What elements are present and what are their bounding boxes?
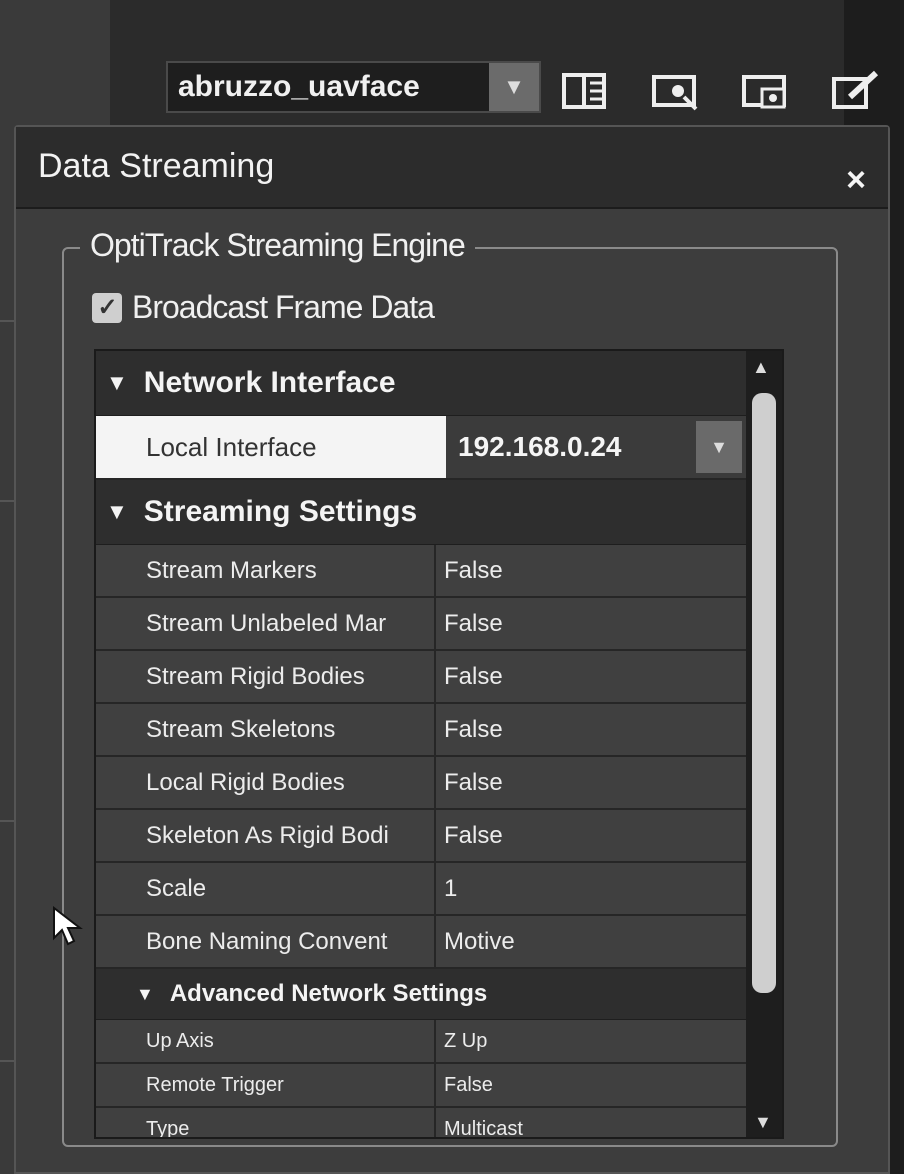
property-value[interactable]: False xyxy=(436,598,746,649)
display-settings-button[interactable] xyxy=(650,69,702,113)
layout-button[interactable] xyxy=(560,69,612,113)
property-value[interactable]: Z Up xyxy=(436,1020,746,1062)
checkmark-icon[interactable]: ✓ xyxy=(92,292,122,323)
property-row[interactable]: Scale 1 xyxy=(96,863,746,916)
property-value[interactable]: False xyxy=(436,704,746,755)
scroll-up-icon[interactable]: ▲ xyxy=(752,357,770,378)
property-name: Type xyxy=(96,1108,436,1137)
top-toolbar: abruzzo_uavface ▼ xyxy=(160,55,900,125)
data-streaming-panel: Data Streaming × OptiTrack Streaming Eng… xyxy=(14,125,890,1174)
panel-title: Data Streaming xyxy=(38,147,275,185)
property-row[interactable]: Type Multicast xyxy=(96,1108,746,1137)
property-value[interactable]: Multicast xyxy=(436,1108,746,1137)
property-row[interactable]: Skeleton As Rigid Bodi False xyxy=(96,810,746,863)
edit-button[interactable] xyxy=(830,69,882,113)
property-value[interactable]: False xyxy=(436,651,746,702)
panel-header: Data Streaming × xyxy=(16,127,888,209)
property-value: 192.168.0.24 xyxy=(458,431,622,462)
property-name: Scale xyxy=(96,863,436,914)
property-name: Stream Skeletons xyxy=(96,704,436,755)
edit-icon xyxy=(832,70,879,109)
section-label: Network Interface xyxy=(143,366,396,399)
chevron-down-icon[interactable]: ▼ xyxy=(489,63,539,111)
capture-icon xyxy=(742,75,786,109)
capture-button[interactable] xyxy=(740,69,792,113)
property-value[interactable]: False xyxy=(436,1064,746,1106)
property-row[interactable]: Stream Unlabeled Mar False xyxy=(96,598,746,651)
local-interface-row[interactable]: Local Interface 192.168.0.24 ▼ xyxy=(96,416,746,480)
section-streaming-settings[interactable]: ▼ Streaming Settings xyxy=(96,480,746,545)
streaming-engine-group: OptiTrack Streaming Engine ✓ Broadcast F… xyxy=(62,227,838,1147)
profile-select[interactable]: abruzzo_uavface ▼ xyxy=(166,61,541,113)
display-settings-icon xyxy=(652,75,698,111)
property-name: Stream Rigid Bodies xyxy=(96,651,436,702)
property-name: Up Axis xyxy=(96,1020,436,1062)
scroll-down-icon[interactable]: ▼ xyxy=(754,1112,772,1133)
property-value[interactable]: False xyxy=(436,810,746,861)
close-icon[interactable]: × xyxy=(846,161,866,200)
local-interface-select[interactable]: 192.168.0.24 ▼ xyxy=(446,416,746,478)
properties-grid-content: ▼ Network Interface Local Interface 192.… xyxy=(96,351,746,1137)
expand-triangle-icon[interactable]: ▼ xyxy=(106,370,128,396)
section-label: Streaming Settings xyxy=(143,495,418,528)
broadcast-frame-data-checkbox[interactable]: ✓ Broadcast Frame Data xyxy=(92,289,435,326)
property-name: Remote Trigger xyxy=(96,1064,436,1106)
property-row[interactable]: Stream Markers False xyxy=(96,545,746,598)
property-name: Bone Naming Convent xyxy=(96,916,436,967)
property-name: Local Interface xyxy=(96,416,446,478)
property-value[interactable]: 1 xyxy=(436,863,746,914)
scrollbar-thumb[interactable] xyxy=(752,393,776,993)
profile-select-value: abruzzo_uavface xyxy=(178,70,420,103)
mouse-pointer-icon xyxy=(53,906,83,946)
property-value[interactable]: Motive xyxy=(436,916,746,967)
layout-icon xyxy=(562,73,606,109)
grid-scrollbar[interactable]: ▲ ▼ xyxy=(746,351,782,1137)
property-value[interactable]: False xyxy=(436,545,746,596)
property-row[interactable]: Stream Rigid Bodies False xyxy=(96,651,746,704)
property-row[interactable]: Remote Trigger False xyxy=(96,1064,746,1108)
expand-triangle-icon[interactable]: ▼ xyxy=(136,984,154,1005)
property-row[interactable]: Up Axis Z Up xyxy=(96,1020,746,1064)
section-advanced-network[interactable]: ▼ Advanced Network Settings xyxy=(96,969,746,1020)
broadcast-label: Broadcast Frame Data xyxy=(132,289,435,325)
properties-grid: ▼ Network Interface Local Interface 192.… xyxy=(94,349,784,1139)
property-name: Skeleton As Rigid Bodi xyxy=(96,810,436,861)
chevron-down-icon[interactable]: ▼ xyxy=(696,421,742,473)
property-row[interactable]: Local Rigid Bodies False xyxy=(96,757,746,810)
property-row[interactable]: Stream Skeletons False xyxy=(96,704,746,757)
property-row[interactable]: Bone Naming Convent Motive xyxy=(96,916,746,969)
property-name: Stream Unlabeled Mar xyxy=(96,598,436,649)
property-name: Stream Markers xyxy=(96,545,436,596)
section-network-interface[interactable]: ▼ Network Interface xyxy=(96,351,746,416)
expand-triangle-icon[interactable]: ▼ xyxy=(106,499,128,525)
property-name: Local Rigid Bodies xyxy=(96,757,436,808)
group-title: OptiTrack Streaming Engine xyxy=(80,227,475,264)
property-value[interactable]: False xyxy=(436,757,746,808)
section-label: Advanced Network Settings xyxy=(169,980,488,1007)
